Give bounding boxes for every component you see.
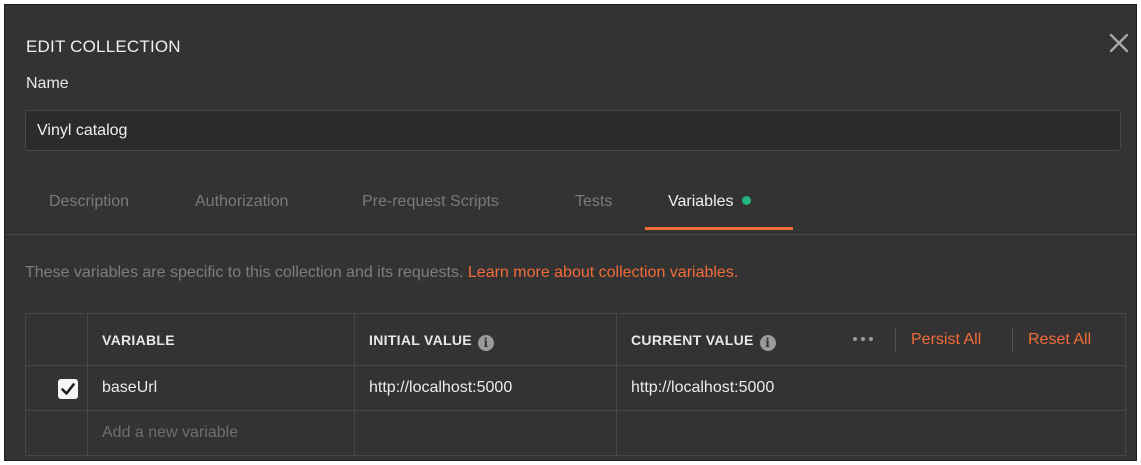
tab-description[interactable]: Description [49, 193, 129, 211]
initial-value-cell[interactable]: http://localhost:5000 [354, 366, 616, 410]
reset-all-button[interactable]: Reset All [1028, 331, 1091, 349]
header-current-value-cell: CURRENT VALUE i Persist All Reset All [616, 314, 1125, 365]
current-value-info-icon[interactable]: i [759, 335, 776, 351]
current-value-cell[interactable]: http://localhost:5000 [616, 366, 1125, 410]
tab-variables[interactable]: Variables [668, 193, 751, 211]
more-horizontal-icon[interactable] [853, 329, 877, 349]
header-current-value: CURRENT VALUE i [631, 332, 776, 351]
close-icon[interactable] [1107, 31, 1131, 55]
new-variable-placeholder: Add a new variable [102, 424, 239, 441]
active-tab-underline [645, 227, 793, 230]
header-initial-value-cell: INITIAL VALUE i [354, 314, 616, 365]
divider [895, 327, 896, 353]
variables-table: VARIABLE INITIAL VALUE i CURRENT VALUE i P… [25, 313, 1126, 456]
edit-collection-modal: EDIT COLLECTION Name Vinyl catalog Descr… [4, 4, 1137, 461]
tab-pre-request-scripts[interactable]: Pre-request Scripts [362, 193, 499, 211]
new-variable-row: Add a new variable [26, 411, 1125, 455]
learn-more-link[interactable]: Learn more about collection variables. [468, 264, 738, 281]
table-header-row: VARIABLE INITIAL VALUE i CURRENT VALUE i P… [26, 314, 1125, 366]
collection-name-input[interactable]: Vinyl catalog [25, 110, 1121, 151]
variables-info: These variables are specific to this col… [25, 264, 738, 282]
tab-variables-label: Variables [668, 193, 734, 210]
table-row: baseUrl http://localhost:5000 http://loc… [26, 366, 1125, 411]
new-row-checkbox-cell [26, 411, 87, 455]
tab-bar: Description Authorization Pre-request Sc… [5, 175, 1136, 235]
divider [1012, 327, 1013, 353]
new-initial-value-input[interactable] [354, 411, 616, 455]
header-initial-value: INITIAL VALUE i [369, 332, 494, 351]
new-current-value-input[interactable] [616, 411, 1125, 455]
row-checkbox-cell [26, 366, 87, 410]
header-variable-cell: VARIABLE [87, 314, 354, 365]
tab-authorization[interactable]: Authorization [195, 193, 288, 211]
modal-title: EDIT COLLECTION [26, 37, 181, 56]
current-value: http://localhost:5000 [631, 379, 775, 396]
tab-tests[interactable]: Tests [575, 193, 612, 211]
header-checkbox-cell [26, 314, 87, 365]
variable-name: baseUrl [102, 379, 158, 396]
name-label: Name [26, 75, 69, 92]
initial-value: http://localhost:5000 [369, 379, 513, 396]
variable-name-cell[interactable]: baseUrl [87, 366, 354, 410]
header-variable: VARIABLE [102, 332, 175, 348]
persist-all-button[interactable]: Persist All [911, 331, 981, 349]
variables-info-text: These variables are specific to this col… [25, 264, 464, 281]
initial-value-info-icon[interactable]: i [477, 335, 494, 351]
enabled-checkbox[interactable] [58, 379, 78, 399]
new-variable-input[interactable]: Add a new variable [87, 411, 354, 455]
unsaved-indicator-dot [741, 196, 751, 205]
